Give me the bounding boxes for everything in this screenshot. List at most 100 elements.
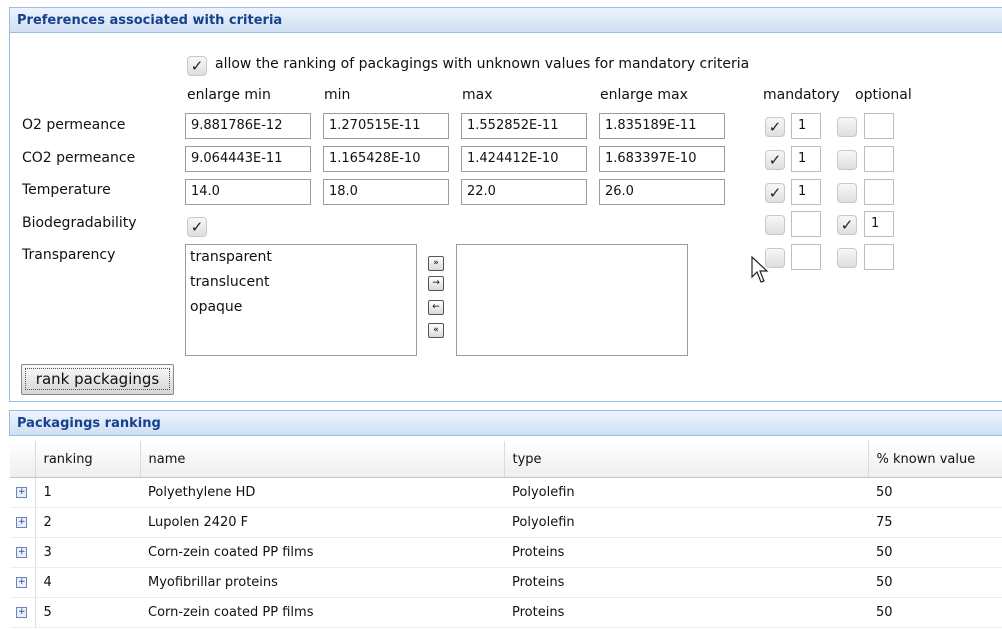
optional-weight-field[interactable] xyxy=(864,244,894,270)
optional-weight-field[interactable] xyxy=(864,113,894,139)
mandatory-weight-field[interactable] xyxy=(791,244,821,270)
rank-packagings-label: rank packagings xyxy=(25,368,170,390)
optional-checkbox[interactable] xyxy=(837,117,857,137)
enlarge-max-field[interactable]: 26.0 xyxy=(599,179,725,205)
cell-ranking: 1 xyxy=(35,477,140,508)
remove-all-icon[interactable]: « xyxy=(428,323,444,338)
optional-checkbox[interactable] xyxy=(837,150,857,170)
criterion-label: Biodegradability xyxy=(22,215,137,231)
cell-known-value: 50 xyxy=(868,567,1002,598)
criterion-label: Transparency xyxy=(22,247,116,263)
cell-name: Corn-zein coated PP films xyxy=(140,597,504,628)
table-row[interactable]: + 5 Corn-zein coated PP films Proteins 5… xyxy=(10,597,1002,628)
min-field[interactable]: 1.165428E-10 xyxy=(323,146,449,172)
table-row[interactable]: + 2 Lupolen 2420 F Polyolefin 75 xyxy=(10,507,1002,538)
cell-type: Polyolefin xyxy=(504,477,868,508)
mandatory-checkbox[interactable]: ✓ xyxy=(765,183,785,203)
max-field[interactable]: 1.552852E-11 xyxy=(461,113,587,139)
enlarge-min-field[interactable]: 14.0 xyxy=(185,179,311,205)
checkmark-icon: ✓ xyxy=(190,217,204,236)
col-min: min xyxy=(324,87,351,103)
mandatory-checkbox[interactable]: ✓ xyxy=(765,117,785,137)
optional-weight-field[interactable] xyxy=(864,146,894,172)
col-max: max xyxy=(462,87,493,103)
header-ranking[interactable]: ranking xyxy=(35,441,141,478)
col-optional: optional xyxy=(855,87,912,103)
header-type[interactable]: type xyxy=(504,441,869,478)
min-field[interactable]: 1.270515E-11 xyxy=(323,113,449,139)
transparency-selected-list[interactable] xyxy=(456,244,688,356)
add-icon[interactable]: → xyxy=(428,276,444,291)
checkmark-icon: ✓ xyxy=(840,215,854,234)
enlarge-max-field[interactable]: 1.683397E-10 xyxy=(599,146,725,172)
optional-checkbox[interactable]: ✓ xyxy=(837,215,857,235)
cell-ranking: 5 xyxy=(35,597,140,628)
col-enlarge-max: enlarge max xyxy=(600,87,688,103)
max-field[interactable]: 22.0 xyxy=(461,179,587,205)
cell-ranking: 3 xyxy=(35,537,140,568)
remove-icon[interactable]: ← xyxy=(428,300,444,315)
enlarge-min-field[interactable]: 9.881786E-12 xyxy=(185,113,311,139)
optional-checkbox[interactable] xyxy=(837,183,857,203)
mandatory-weight-field[interactable] xyxy=(791,211,821,237)
cell-type: Proteins xyxy=(504,597,868,628)
table-row[interactable]: + 3 Corn-zein coated PP films Proteins 5… xyxy=(10,537,1002,568)
mandatory-weight-field[interactable]: 1 xyxy=(791,179,821,205)
cell-ranking: 4 xyxy=(35,567,140,598)
cell-known-value: 75 xyxy=(868,507,1002,538)
cell-name: Lupolen 2420 F xyxy=(140,507,504,538)
expand-row-icon[interactable]: + xyxy=(16,547,28,558)
ranking-panel-title: Packagings ranking xyxy=(9,410,1002,436)
biodegradable-checkbox[interactable]: ✓ xyxy=(187,217,207,237)
cell-type: Proteins xyxy=(504,537,868,568)
grid-header-row: ranking name type % known value xyxy=(10,441,1002,478)
optional-weight-field[interactable]: 1 xyxy=(864,211,894,237)
cell-name: Corn-zein coated PP films xyxy=(140,537,504,568)
cell-known-value: 50 xyxy=(868,477,1002,508)
allow-unknown-label: allow the ranking of packagings with unk… xyxy=(215,56,750,72)
cell-type: Proteins xyxy=(504,567,868,598)
checkmark-icon: ✓ xyxy=(768,150,782,169)
cell-name: Polyethylene HD xyxy=(140,477,504,508)
enlarge-max-field[interactable]: 1.835189E-11 xyxy=(599,113,725,139)
ranking-grid: ranking name type % known value + 1 Poly… xyxy=(10,441,1002,628)
table-row[interactable]: + 1 Polyethylene HD Polyolefin 50 xyxy=(10,477,1002,508)
max-field[interactable]: 1.424412E-10 xyxy=(461,146,587,172)
list-item[interactable]: translucent xyxy=(186,270,416,295)
table-row[interactable]: + 4 Myofibrillar proteins Proteins 50 xyxy=(10,567,1002,598)
enlarge-min-field[interactable]: 9.064443E-11 xyxy=(185,146,311,172)
mandatory-weight-field[interactable]: 1 xyxy=(791,113,821,139)
expand-row-icon[interactable]: + xyxy=(16,577,28,588)
mouse-pointer-icon xyxy=(751,256,769,283)
transparency-available-list[interactable]: transparent translucent opaque xyxy=(185,244,417,356)
cell-ranking: 2 xyxy=(35,507,140,538)
criterion-label: CO2 permeance xyxy=(22,150,136,166)
cell-known-value: 50 xyxy=(868,597,1002,628)
checkmark-icon: ✓ xyxy=(768,183,782,202)
optional-checkbox[interactable] xyxy=(837,248,857,268)
min-field[interactable]: 18.0 xyxy=(323,179,449,205)
expand-row-icon[interactable]: + xyxy=(16,487,28,498)
list-item[interactable]: transparent xyxy=(186,245,416,270)
list-item[interactable]: opaque xyxy=(186,295,416,320)
mandatory-checkbox[interactable]: ✓ xyxy=(765,150,785,170)
checkmark-icon: ✓ xyxy=(768,117,782,136)
mandatory-weight-field[interactable]: 1 xyxy=(791,146,821,172)
mandatory-checkbox[interactable] xyxy=(765,215,785,235)
header-name[interactable]: name xyxy=(140,441,505,478)
expand-row-icon[interactable]: + xyxy=(16,517,28,528)
col-enlarge-min: enlarge min xyxy=(187,87,271,103)
optional-weight-field[interactable] xyxy=(864,179,894,205)
criterion-label: O2 permeance xyxy=(22,117,126,133)
expander-header xyxy=(10,441,36,478)
checkmark-icon: ✓ xyxy=(190,56,204,75)
header-known-value[interactable]: % known value xyxy=(868,441,1002,478)
cell-name: Myofibrillar proteins xyxy=(140,567,504,598)
allow-unknown-checkbox[interactable]: ✓ xyxy=(187,56,207,76)
rank-packagings-button[interactable]: rank packagings xyxy=(21,364,174,395)
add-all-icon[interactable]: » xyxy=(428,256,444,271)
col-mandatory: mandatory xyxy=(763,87,840,103)
cell-known-value: 50 xyxy=(868,537,1002,568)
expand-row-icon[interactable]: + xyxy=(16,607,28,618)
cell-type: Polyolefin xyxy=(504,507,868,538)
